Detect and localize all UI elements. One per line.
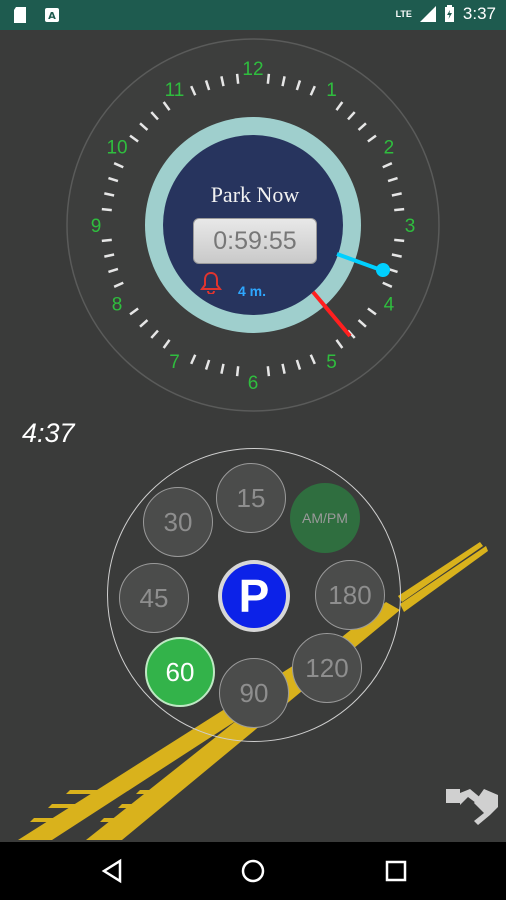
clock-tick: [235, 73, 240, 84]
recents-icon[interactable]: [381, 856, 411, 886]
bell-icon[interactable]: [200, 270, 222, 294]
duration-30-button[interactable]: 30: [143, 487, 213, 557]
home-icon[interactable]: [238, 856, 268, 886]
duration-180-button[interactable]: 180: [315, 560, 385, 630]
clock-tick: [266, 73, 271, 84]
alarm-minutes-label: 4 m.: [238, 283, 267, 299]
clock-number: 7: [169, 352, 180, 373]
duration-45-button[interactable]: 45: [119, 563, 189, 633]
clock-tick: [394, 238, 405, 243]
navigation-bar: [0, 842, 506, 900]
clock-number: 6: [248, 373, 259, 394]
clock-face: 121234567891011: [66, 38, 440, 412]
countdown-timer: 0:59:55: [193, 218, 317, 264]
clock-number: 10: [106, 138, 127, 159]
clock-number: 5: [326, 352, 337, 373]
clock-tick: [394, 207, 405, 212]
clock-number: 3: [405, 216, 416, 237]
clock-tick: [266, 366, 271, 377]
parking-p-icon: P: [222, 564, 286, 628]
duration-120-button[interactable]: 120: [292, 633, 362, 703]
clock-number: 8: [112, 295, 123, 316]
clock-number: 11: [165, 80, 185, 101]
clock-number: 2: [384, 138, 395, 159]
minute-hand-knob: [376, 263, 390, 277]
clock-number: 1: [326, 80, 337, 101]
clock-number: 9: [91, 216, 102, 237]
park-now-title: Park Now: [210, 182, 300, 207]
clock-tick: [101, 238, 112, 243]
parking-clock: 12 1 2 3 4 5 6 7 8 9 10 11 Park Now 0:59:55 4 m.: [0, 0, 506, 430]
am-pm-toggle-button[interactable]: AM/PM: [290, 483, 360, 553]
current-time-label: 4:37: [22, 418, 75, 448]
clock-tick: [235, 366, 240, 377]
back-icon[interactable]: [98, 856, 128, 886]
clock-tick: [101, 207, 112, 212]
duration-60-button[interactable]: 60: [145, 637, 215, 707]
clock-number: 4: [384, 295, 395, 316]
park-button[interactable]: P: [218, 560, 290, 632]
duration-90-button[interactable]: 90: [219, 658, 289, 728]
duration-15-button[interactable]: 15: [216, 463, 286, 533]
clock-number: 12: [242, 59, 263, 80]
handshake-icon[interactable]: [446, 783, 498, 831]
